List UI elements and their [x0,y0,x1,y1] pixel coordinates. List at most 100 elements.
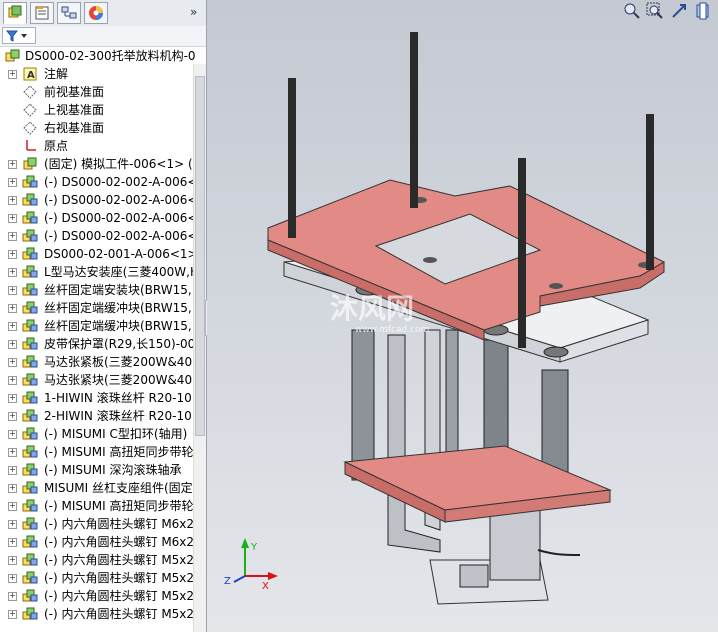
tree-item[interactable]: + DS000-02-001-A-006<1> [0,245,198,263]
tree-item-label: (-) 内六角圆柱头螺钉 M6x2 [44,517,195,531]
assembly-icon [22,426,38,442]
tree-item[interactable]: +2-HIWIN 滚珠丝杆 R20-10 [0,407,193,425]
expand-toggle[interactable]: + [8,538,17,547]
tab-display-manager[interactable] [84,2,108,24]
tree-item-label: 马达张紧块(三菱200W&40 [44,373,193,387]
assembly-icon [22,516,38,532]
expand-toggle[interactable]: + [8,178,17,187]
tree-item[interactable]: + (-) DS000-02-002-A-006< [0,173,197,191]
tree-item-label: L型马达安装座(三菱400W,H [44,265,199,279]
graphics-viewport[interactable]: 沐风网 www.mfcad.com Y X Z [207,0,718,632]
tree-item[interactable]: + (-) 内六角圆柱头螺钉 M6x2 [0,533,195,551]
assembly-icon [22,462,38,478]
triad-x-label: X [262,581,269,592]
tree-item-label: 丝杆固定端缓冲块(BRW15, [44,319,192,333]
expand-toggle[interactable]: + [8,484,17,493]
triad-z-label: Z [224,576,231,587]
scrollbar-thumb[interactable] [195,76,205,436]
assembly-icon [22,534,38,550]
expand-toggle[interactable]: + [8,412,17,421]
expand-toggle[interactable]: + [8,250,17,259]
tree-item[interactable]: + 马达张紧板(三菱200W&400 [0,353,200,371]
expand-toggle[interactable]: + [8,214,17,223]
expand-panel-icon[interactable]: » [190,5,197,19]
tree-item[interactable]: + (-) 内六角圆柱头螺钉 M5x2 [0,605,194,623]
tree-item[interactable]: + 皮带保护罩(R29,长150)-00 [0,335,195,353]
tab-feature-tree[interactable] [3,2,27,24]
expand-toggle[interactable]: + [8,556,17,565]
assembly-icon [22,354,38,370]
tree-item[interactable]: + (-) DS000-02-002-A-006< [0,191,197,209]
tree-item[interactable]: 上视基准面 [0,101,193,119]
expand-toggle[interactable]: + [8,610,17,619]
tree-item-label: 丝杆固定端安装块(BRW15, [44,283,192,297]
tree-item[interactable]: + 丝杆固定端安装块(BRW15, [0,281,193,299]
tree-item-label: 注解 [44,67,69,81]
tree-item[interactable]: + (-) DS000-02-002-A-006< [0,227,197,245]
expand-toggle[interactable]: + [8,196,17,205]
tree-item[interactable]: 右视基准面 [0,119,193,137]
expand-toggle[interactable]: + [8,160,17,169]
tree-item-label: (-) DS000-02-002-A-006< [44,193,198,207]
tree-item[interactable]: + (-) MISUMI 高扭矩同步带轮 [0,497,194,515]
tree-item[interactable]: + (固定) 模拟工件-006<1> ( [0,155,193,173]
tree-root-assembly[interactable]: DS000-02-300托举放料机构-0 [0,47,196,65]
expand-toggle[interactable]: + [8,574,17,583]
tree-item[interactable]: + (-) MISUMI 高扭矩同步带轮 [0,443,194,461]
expand-toggle[interactable]: + [8,340,17,349]
plane-icon [22,102,38,118]
expand-toggle[interactable]: + [8,304,17,313]
tree-item[interactable]: + 丝杆固定端缓冲块(BRW15, [0,317,193,335]
lower-red-plate [343,445,612,523]
tree-root-label: DS000-02-300托举放料机构-0 [25,49,196,63]
display-icon [89,6,103,20]
tree-item[interactable]: + 丝杆固定端缓冲块(BRW15, [0,299,193,317]
tree-item[interactable]: + (-) MISUMI C型扣环(轴用) [0,425,193,443]
tree-item[interactable]: 前视基准面 [0,83,193,101]
tree-item-label: (-) 内六角圆柱头螺钉 M5x2 [44,589,195,603]
expand-toggle[interactable]: + [8,502,17,511]
tree-item[interactable]: + MISUMI 丝杠支座组件(固定 [0,479,193,497]
assembly-icon [22,444,38,460]
tree-item-label: 上视基准面 [44,103,105,117]
expand-toggle[interactable]: + [8,394,17,403]
coordinate-triad: Y X Z [224,538,278,592]
expand-toggle[interactable]: + [8,70,17,79]
plane-icon [22,84,38,100]
assembly-icon [22,390,38,406]
tree-scrollbar[interactable] [193,64,206,632]
tree-item-label: 2-HIWIN 滚珠丝杆 R20-10 [44,409,192,423]
tab-configuration-manager[interactable] [57,2,81,24]
expand-toggle[interactable]: + [8,358,17,367]
expand-toggle[interactable]: + [8,286,17,295]
tree-item[interactable]: + A 注解 [0,65,193,83]
tree-item-label: (-) 内六角圆柱头螺钉 M5x2 [44,571,195,585]
tree-item[interactable]: + (-) 内六角圆柱头螺钉 M6x2 [0,515,195,533]
tree-item-label: 马达张紧板(三菱200W&400 [44,355,200,369]
expand-toggle[interactable]: + [8,466,17,475]
expand-toggle[interactable]: + [8,268,17,277]
tree-item[interactable]: + (-) 内六角圆柱头螺钉 M5x2 [0,569,195,587]
expand-toggle[interactable]: + [8,376,17,385]
feature-tree-icon [8,5,22,18]
panel-tabs: » [0,0,206,27]
tree-item[interactable]: 原点 [0,137,193,155]
expand-toggle[interactable]: + [8,322,17,331]
filter-button[interactable] [2,27,36,44]
tree-item[interactable]: + 马达张紧块(三菱200W&40 [0,371,193,389]
tree-item[interactable]: + L型马达安装座(三菱400W,H [0,263,199,281]
tree-item-label: 前视基准面 [44,85,105,99]
expand-toggle[interactable]: + [8,430,17,439]
tree-item[interactable]: + (-) DS000-02-002-A-006< [0,209,197,227]
expand-toggle[interactable]: + [8,520,17,529]
tree-item[interactable]: + (-) 内六角圆柱头螺钉 M5x2 [0,587,195,605]
tree-item[interactable]: + (-) 内六角圆柱头螺钉 M5x2 [0,551,194,569]
tree-item-label: (-) 内六角圆柱头螺钉 M6x2 [44,535,195,549]
expand-toggle[interactable]: + [8,592,17,601]
assembly-icon [22,174,38,190]
tab-property-manager[interactable] [30,2,54,24]
tree-item[interactable]: +1-HIWIN 滚珠丝杆 R20-10 [0,389,193,407]
tree-item[interactable]: + (-) MISUMI 深沟滚珠轴承 [0,461,193,479]
expand-toggle[interactable]: + [8,448,17,457]
expand-toggle[interactable]: + [8,232,17,241]
